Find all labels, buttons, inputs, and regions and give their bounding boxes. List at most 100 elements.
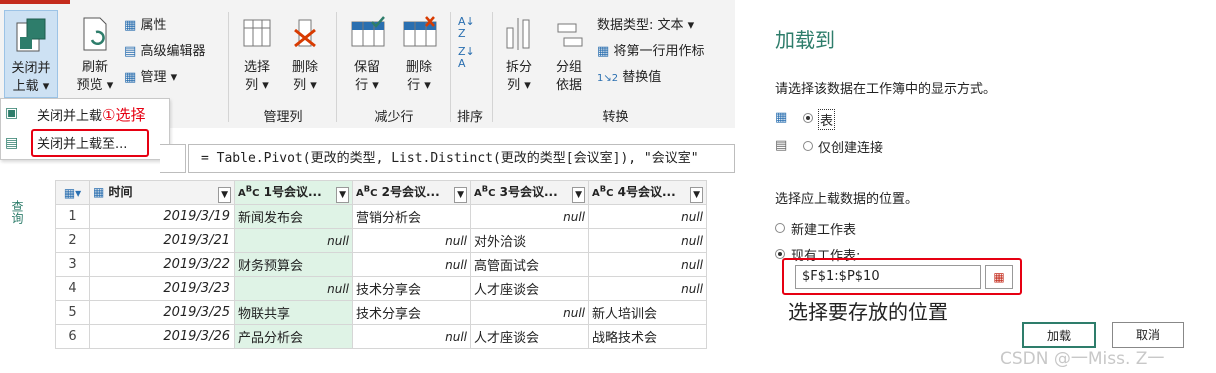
cell-room-1[interactable]: 物联共享 (234, 300, 353, 325)
watermark: CSDN @一Miss. Z一 (1000, 349, 1165, 369)
radio-connection-only[interactable] (803, 141, 813, 151)
cell-room-1[interactable]: 财务预算会 (234, 252, 353, 277)
row-number[interactable]: 2 (55, 228, 90, 253)
split-column-icon (506, 18, 530, 50)
row-number[interactable]: 6 (55, 324, 90, 349)
refresh-preview-button[interactable]: 刷新 预览 ▾ (70, 14, 120, 98)
radio-new-sheet[interactable] (775, 223, 785, 233)
cell-room-4[interactable]: 新人培训会 (588, 300, 707, 325)
connection-icon: ▤ (775, 138, 788, 153)
group-label-sort: 排序 (456, 110, 483, 125)
group-by-label-2: 依据 (555, 78, 582, 93)
cell-date[interactable]: 2019/3/21 (89, 228, 235, 253)
table-corner-icon[interactable]: ▦▾ (55, 180, 90, 205)
option-new-sheet-label: 新建工作表 (791, 223, 857, 238)
separator (492, 12, 493, 122)
cell-room-2[interactable]: 技术分享会 (352, 300, 471, 325)
cell-room-3[interactable]: 高管面试会 (470, 252, 589, 277)
formula-expand[interactable] (160, 144, 186, 173)
manage-button[interactable]: ▦ 管理 ▾ (124, 70, 177, 86)
cell-date[interactable]: 2019/3/23 (89, 276, 235, 301)
refresh-label-2: 预览 ▾ (76, 78, 114, 93)
highlight-close-load-to (31, 129, 149, 157)
column-header-room3[interactable]: ABC 3号会议... ▼ (470, 180, 589, 205)
row-number[interactable]: 3 (55, 252, 90, 277)
highlight-range (782, 258, 1022, 295)
separator (228, 12, 229, 122)
cell-room-2[interactable]: 营销分析会 (352, 204, 471, 229)
table-row: 2 2019/3/21 null null 对外洽谈 null (55, 228, 707, 253)
cell-room-4[interactable]: null (588, 228, 707, 253)
close-load-small-icon: ▣ (5, 105, 19, 121)
cell-room-3[interactable]: 人才座谈会 (470, 324, 589, 349)
dialog-title: 加载到 (775, 28, 835, 52)
cell-room-2[interactable]: null (352, 228, 471, 253)
column-header-room1[interactable]: ABC 1号会议... ▼ (234, 180, 353, 205)
cell-date[interactable]: 2019/3/19 (89, 204, 235, 229)
group-label-manage-columns: 管理列 (263, 110, 303, 125)
option-connection-label: 仅创建连接 (818, 141, 884, 156)
use-first-row-headers-button[interactable]: ▦ 将第一行用作标 (597, 44, 735, 60)
data-type-dropdown[interactable]: 数据类型: 文本 ▾ (597, 18, 694, 34)
keep-rows-icon (351, 16, 385, 47)
refresh-label-1: 刷新 (81, 60, 108, 75)
cell-room-3[interactable]: 对外洽谈 (470, 228, 589, 253)
close-load-label-2: 上载 ▾ (12, 79, 50, 94)
cell-room-3[interactable]: null (470, 300, 589, 325)
column-header-room2[interactable]: ABC 2号会议... ▼ (352, 180, 471, 205)
radio-table[interactable] (803, 113, 813, 123)
cell-room-2[interactable]: 技术分享会 (352, 276, 471, 301)
sort-buttons[interactable]: A↓ Z Z↓ A (458, 16, 484, 76)
group-label-reduce-rows: 减少行 (374, 110, 414, 125)
cell-room-3[interactable]: 人才座谈会 (470, 276, 589, 301)
keep-rows-label-2: 行 ▾ (355, 78, 379, 93)
cell-date[interactable]: 2019/3/25 (89, 300, 235, 325)
cell-room-1[interactable]: 新闻发布会 (234, 204, 353, 229)
table-row: 5 2019/3/25 物联共享 技术分享会 null 新人培训会 (55, 300, 707, 325)
cell-room-2[interactable]: null (352, 324, 471, 349)
row-number[interactable]: 1 (55, 204, 90, 229)
split-label-1: 拆分 (505, 60, 532, 75)
cell-room-1[interactable]: null (234, 276, 353, 301)
replace-values-button[interactable]: 1↘2 替换值 (597, 70, 661, 87)
separator (336, 12, 337, 122)
row-number[interactable]: 5 (55, 300, 90, 325)
column-header-room4[interactable]: ABC 4号会议... ▼ (588, 180, 707, 205)
sort-descending-icon[interactable]: Z↓ A (458, 46, 475, 70)
refresh-icon (83, 17, 107, 51)
group-by-button[interactable]: 分组 依据 (546, 14, 592, 98)
properties-button[interactable]: ▦ 属性 (124, 18, 166, 34)
cell-room-4[interactable]: null (588, 276, 707, 301)
cell-room-1[interactable]: 产品分析会 (234, 324, 353, 349)
row-number[interactable]: 4 (55, 276, 90, 301)
table-body: 1 2019/3/19 新闻发布会 营销分析会 null null 2 2019/3/21 nu… (55, 204, 707, 349)
location-prompt: 选择应上载数据的位置。 (775, 192, 919, 207)
split-column-button[interactable]: 拆分 列 ▾ (496, 14, 542, 98)
cell-room-2[interactable]: null (352, 252, 471, 277)
close-and-load-button[interactable]: 关闭并 上载 ▾ (4, 10, 58, 98)
menu-item-close-load[interactable]: 关闭并上载①选择 (37, 107, 145, 125)
location-annotation: 选择要存放的位置 (788, 300, 948, 324)
keep-rows-button[interactable]: 保留 行 ▾ (342, 14, 392, 98)
option-table-label: 表 (818, 109, 836, 130)
choose-columns-button[interactable]: 选择 列 ▾ (234, 14, 280, 98)
header-row: ▦▾ ▦ 时间 ▼ ABC 1号会议... ▼ ABC 2号会议... ▼ ABC 3… (55, 180, 707, 205)
advanced-editor-button[interactable]: ▤ 高级编辑器 (124, 44, 205, 60)
sort-ascending-icon[interactable]: A↓ Z (458, 16, 475, 40)
cell-room-4[interactable]: null (588, 204, 707, 229)
cell-room-4[interactable]: 战略技术会 (588, 324, 707, 349)
close-load-icon (16, 18, 46, 52)
cell-date[interactable]: 2019/3/22 (89, 252, 235, 277)
split-label-2: 列 ▾ (507, 78, 531, 93)
table-row: 1 2019/3/19 新闻发布会 营销分析会 null null (55, 204, 707, 229)
remove-columns-button[interactable]: 删除 列 ▾ (282, 14, 328, 98)
formula-bar[interactable]: = Table.Pivot(更改的类型, List.Distinct(更改的类型… (188, 144, 735, 173)
remove-rows-button[interactable]: 删除 行 ▾ (394, 14, 444, 98)
cell-date[interactable]: 2019/3/26 (89, 324, 235, 349)
queries-pane-label[interactable]: 查询 (8, 200, 26, 224)
cell-room-1[interactable]: null (234, 228, 353, 253)
cell-room-4[interactable]: null (588, 252, 707, 277)
cell-room-3[interactable]: null (470, 204, 589, 229)
column-header-time[interactable]: ▦ 时间 ▼ (89, 180, 235, 205)
group-by-label-1: 分组 (555, 60, 582, 75)
